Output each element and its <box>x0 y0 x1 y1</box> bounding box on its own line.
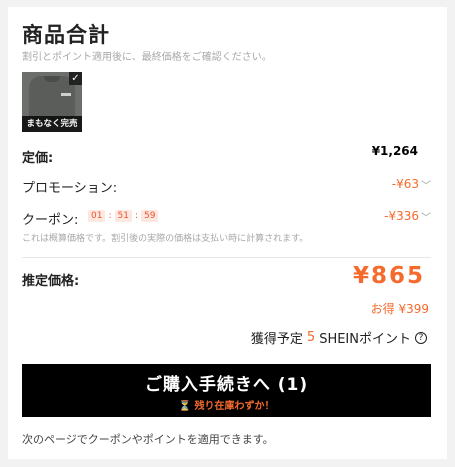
page-subtitle: 割引とポイント適用後に、最終価格をご確認ください。 <box>22 52 272 63</box>
savings-amount: お得 ¥399 <box>370 302 429 316</box>
points-suffix: SHEINポイント <box>319 332 411 347</box>
promotion-label[interactable]: プロモーション: <box>22 177 117 196</box>
timer-minutes: 51 <box>114 210 132 222</box>
help-icon[interactable]: ? <box>415 331 427 344</box>
list-price-value: ¥1,264 <box>371 144 418 158</box>
chevron-down-icon[interactable]: ﹀ <box>421 209 431 224</box>
checkout-button-label: ご購入手続きへ (1) <box>144 375 309 395</box>
sold-out-soon-badge: まもなく完売 <box>22 116 82 132</box>
footer-note: 次のページでクーポンやポイントを適用できます。 <box>22 433 274 446</box>
coupon-value[interactable]: -¥336 <box>384 209 419 223</box>
timer-hours: 01 <box>88 210 106 222</box>
coupon-label[interactable]: クーポン: <box>22 209 78 228</box>
chevron-down-icon[interactable]: ﹀ <box>421 177 431 192</box>
product-thumbnail[interactable]: ✓ まもなく完売 <box>22 72 82 132</box>
list-price-label: 定価: <box>22 151 54 166</box>
points-info: 獲得予定 5 SHEINポイント ? <box>251 328 427 347</box>
estimated-price-value: ¥865 <box>352 263 425 289</box>
points-count: 5 <box>306 330 316 345</box>
countdown-timer: 01 : 51 : 59 <box>88 210 159 222</box>
page-title: 商品合計 <box>22 23 110 47</box>
points-prefix: 獲得予定 <box>250 332 303 347</box>
estimated-price-label: 推定価格: <box>22 274 80 289</box>
order-summary-card: 商品合計 割引とポイント適用後に、最終価格をご確認ください。 ✓ まもなく完売 … <box>8 7 447 459</box>
checkbox-icon[interactable]: ✓ <box>69 72 82 85</box>
divider <box>22 257 431 258</box>
checkout-button[interactable]: ご購入手続きへ (1) ⏳ 残り在庫わずか！ <box>22 364 431 417</box>
low-stock-warning: ⏳ 残り在庫わずか！ <box>178 401 275 412</box>
promotion-value[interactable]: -¥63 <box>392 177 419 191</box>
estimate-note: これは概算価格です。割引後の実際の価格は支払い時に計算されます。 <box>22 234 309 244</box>
timer-seconds: 59 <box>141 210 159 222</box>
